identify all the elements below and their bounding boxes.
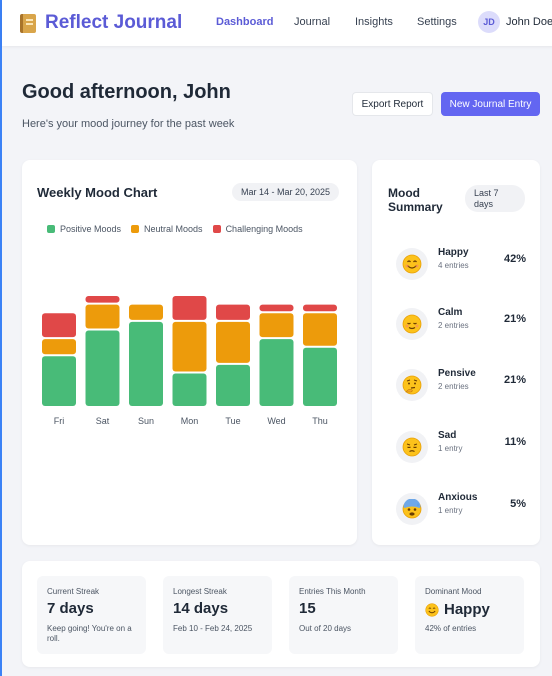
dominant-mood-name: Happy	[444, 601, 490, 618]
bar-challenging-tue[interactable]	[216, 304, 250, 320]
mood-summary-card: Mood Summary Last 7 days Happy 4 entries…	[372, 160, 540, 545]
mood-name: Pensive	[438, 368, 476, 379]
bar-positive-tue[interactable]	[216, 364, 250, 406]
pensive-face-icon	[396, 431, 428, 463]
bar-neutral-tue[interactable]	[216, 321, 250, 363]
bar-challenging-fri[interactable]	[42, 313, 76, 338]
bar-positive-fri[interactable]	[42, 356, 76, 406]
dominant-mood-value: Happy	[425, 601, 490, 618]
mood-count: 4 entries	[438, 261, 469, 270]
anxious-face-icon	[396, 493, 428, 525]
nav-settings[interactable]: Settings	[417, 16, 457, 28]
stat-note: Out of 20 days	[299, 624, 352, 633]
nav-dashboard[interactable]: Dashboard	[216, 16, 273, 28]
x-tick-label: Sat	[96, 416, 110, 426]
stat-value: 15	[299, 600, 316, 617]
relieved-face-icon	[396, 308, 428, 340]
bar-neutral-sat[interactable]	[85, 304, 120, 329]
stat-entries-month: Entries This Month 15 Out of 20 days	[289, 576, 398, 654]
stat-label: Dominant Mood	[425, 587, 482, 596]
mood-item-pensive[interactable]: Pensive 2 entries 21%	[396, 367, 526, 407]
page-title: Good afternoon, John	[22, 81, 231, 103]
mood-item-happy[interactable]: Happy 4 entries 42%	[396, 246, 526, 286]
stat-value: 7 days	[47, 600, 94, 617]
bar-neutral-fri[interactable]	[42, 339, 76, 355]
bar-positive-thu[interactable]	[303, 347, 337, 406]
bar-challenging-thu[interactable]	[303, 304, 337, 312]
stat-dominant-mood: Dominant Mood Happy 42% of entries	[415, 576, 524, 654]
stat-value: 14 days	[173, 600, 229, 617]
mood-name: Sad	[438, 430, 457, 441]
mood-item-sad[interactable]: Sad 1 entry 11%	[396, 429, 526, 469]
new-journal-entry-button[interactable]: New Journal Entry	[441, 92, 540, 116]
bar-positive-wed[interactable]	[259, 339, 294, 406]
mood-count: 1 entry	[438, 506, 463, 515]
mood-item-calm[interactable]: Calm 2 entries 21%	[396, 306, 526, 346]
nav-journal[interactable]: Journal	[294, 16, 330, 28]
stat-longest-streak: Longest Streak 14 days Feb 10 - Feb 24, …	[163, 576, 272, 654]
mood-percent: 42%	[503, 253, 526, 265]
bar-challenging-mon[interactable]	[172, 296, 207, 320]
bar-positive-mon[interactable]	[172, 373, 207, 406]
period-badge: Last 7 days	[465, 185, 525, 212]
bar-challenging-sat[interactable]	[85, 296, 120, 303]
top-nav-bar: Reflect Journal Dashboard Journal Insigh…	[2, 0, 552, 46]
bar-positive-sun[interactable]	[129, 321, 163, 406]
bar-neutral-wed[interactable]	[259, 313, 294, 338]
stats-card: Current Streak 7 days Keep going! You're…	[22, 561, 540, 667]
grinning-face-icon	[425, 602, 439, 617]
bar-positive-sat[interactable]	[85, 330, 120, 406]
stat-note: 42% of entries	[425, 624, 477, 633]
stat-current-streak: Current Streak 7 days Keep going! You're…	[37, 576, 146, 654]
x-tick-label: Wed	[267, 416, 285, 426]
stat-note: Feb 10 - Feb 24, 2025	[173, 624, 253, 633]
x-tick-label: Mon	[181, 416, 199, 426]
weekly-mood-chart-card: Weekly Mood Chart Mar 14 - Mar 20, 2025 …	[22, 160, 357, 545]
stat-label: Current Streak	[47, 587, 100, 596]
mood-count: 2 entries	[438, 382, 469, 391]
grinning-face-icon	[396, 248, 428, 280]
brand-logo[interactable]: Reflect Journal	[20, 12, 182, 34]
stat-label: Longest Streak	[173, 587, 227, 596]
mood-percent: 5%	[510, 498, 526, 510]
export-report-button[interactable]: Export Report	[352, 92, 433, 116]
user-name: John Doe	[506, 16, 552, 28]
mood-name: Happy	[438, 247, 469, 258]
x-tick-label: Tue	[225, 416, 240, 426]
mood-percent: 21%	[503, 313, 526, 325]
x-tick-label: Fri	[54, 416, 65, 426]
thinking-face-icon	[396, 369, 428, 401]
avatar: JD	[478, 11, 500, 33]
bar-neutral-thu[interactable]	[303, 313, 337, 346]
mood-percent: 21%	[503, 374, 526, 386]
mood-count: 2 entries	[438, 321, 469, 330]
user-menu[interactable]: JD John Doe	[478, 11, 552, 33]
notebook-icon	[20, 13, 36, 33]
bar-neutral-sun[interactable]	[129, 304, 163, 320]
page-subtitle: Here's your mood journey for the past we…	[22, 118, 235, 130]
bar-neutral-mon[interactable]	[172, 321, 207, 372]
mood-count: 1 entry	[438, 444, 463, 453]
brand-name: Reflect Journal	[45, 12, 183, 33]
nav-insights[interactable]: Insights	[355, 16, 393, 28]
summary-title: Mood Summary	[388, 186, 443, 214]
stat-note: Keep going! You're on a roll.	[47, 624, 132, 643]
mood-name: Anxious	[438, 492, 478, 503]
x-tick-label: Thu	[312, 416, 328, 426]
mood-percent: 11%	[504, 436, 526, 448]
stat-label: Entries This Month	[299, 587, 366, 596]
bar-challenging-wed[interactable]	[259, 304, 294, 312]
mood-name: Calm	[438, 307, 463, 318]
mood-bar-chart: Fri Sat Sun Mon Tue Wed Thu	[42, 296, 337, 426]
mood-item-anxious[interactable]: Anxious 1 entry 5%	[396, 491, 526, 531]
x-tick-label: Sun	[138, 416, 154, 426]
